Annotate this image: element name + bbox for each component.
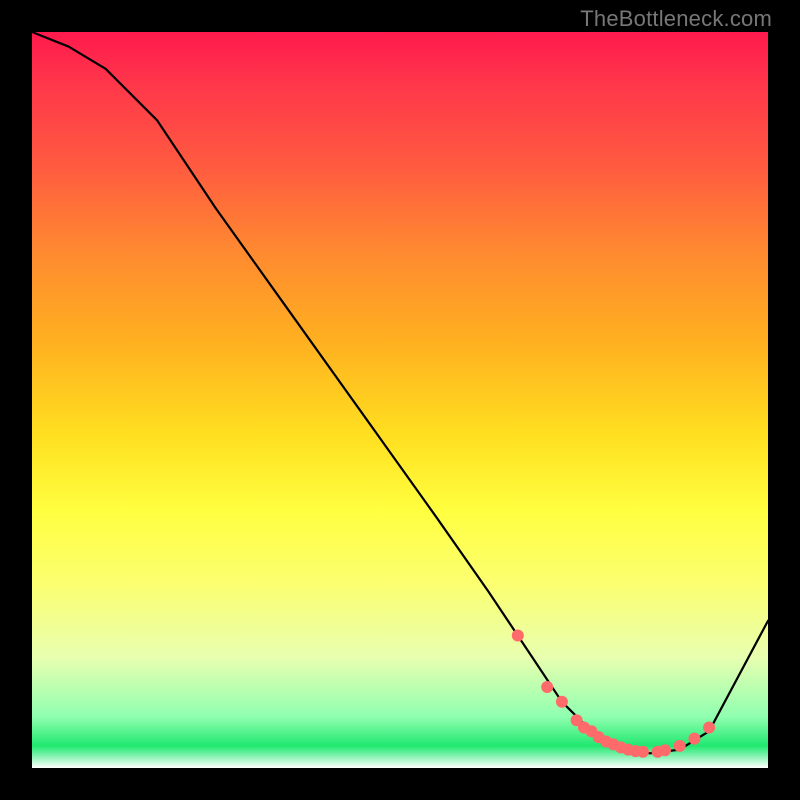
- highlight-dot: [541, 681, 553, 693]
- highlight-dot: [703, 722, 715, 734]
- chart-curve: [32, 32, 768, 753]
- chart-highlight-dots: [512, 630, 715, 758]
- highlight-dot: [674, 740, 686, 752]
- highlight-dot: [688, 733, 700, 745]
- highlight-dot: [637, 746, 649, 758]
- highlight-dot: [659, 744, 671, 756]
- plot-area: [32, 32, 768, 768]
- chart-overlay: [32, 32, 768, 768]
- chart-container: TheBottleneck.com: [0, 0, 800, 800]
- watermark-text: TheBottleneck.com: [580, 6, 772, 32]
- highlight-dot: [512, 630, 524, 642]
- highlight-dot: [556, 696, 568, 708]
